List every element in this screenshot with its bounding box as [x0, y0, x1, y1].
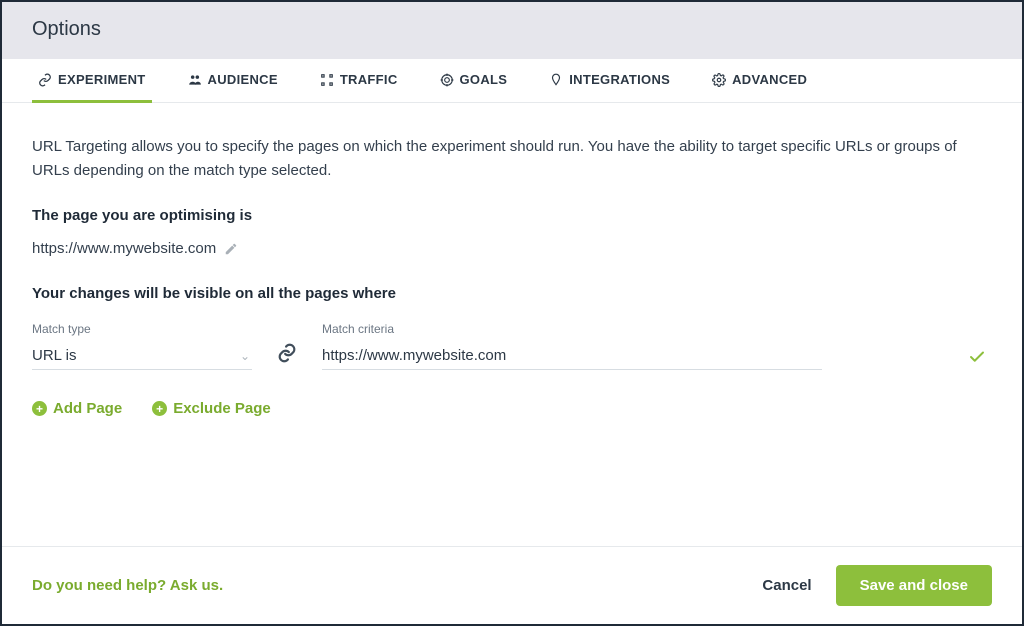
- match-type-label: Match type: [32, 322, 252, 336]
- add-page-label: Add Page: [53, 400, 122, 417]
- edit-url-button[interactable]: [224, 242, 238, 256]
- changes-heading: Your changes will be visible on all the …: [32, 285, 992, 302]
- tab-label: ADVANCED: [732, 72, 807, 87]
- goals-icon: [440, 73, 454, 87]
- tab-label: AUDIENCE: [208, 72, 278, 87]
- exclude-page-label: Exclude Page: [173, 400, 271, 417]
- tab-audience[interactable]: AUDIENCE: [182, 59, 284, 103]
- footer: Do you need help? Ask us. Cancel Save an…: [2, 546, 1022, 624]
- link-icon: [38, 73, 52, 87]
- exclude-page-button[interactable]: + Exclude Page: [152, 400, 271, 417]
- match-criteria-input[interactable]: [322, 342, 822, 370]
- criteria-row: Match type URL is ⌄ Match criteria: [32, 322, 992, 370]
- chain-icon: [272, 338, 302, 368]
- tab-label: INTEGRATIONS: [569, 72, 670, 87]
- match-type-select[interactable]: URL is ⌄: [32, 342, 252, 370]
- tab-advanced[interactable]: ADVANCED: [706, 59, 813, 103]
- match-criteria-label: Match criteria: [322, 322, 992, 336]
- tab-experiment[interactable]: EXPERIMENT: [32, 59, 152, 103]
- audience-icon: [188, 73, 202, 87]
- integrations-icon: [549, 73, 563, 87]
- tab-goals[interactable]: GOALS: [434, 59, 514, 103]
- valid-check-icon: [968, 348, 986, 366]
- help-link[interactable]: Do you need help? Ask us.: [32, 577, 223, 594]
- traffic-icon: [320, 73, 334, 87]
- options-dialog: Options EXPERIMENT AUDIENCE TRAFFIC GOAL…: [0, 0, 1024, 626]
- page-url-text: https://www.mywebsite.com: [32, 240, 216, 257]
- cancel-button[interactable]: Cancel: [762, 577, 811, 594]
- plus-icon: +: [32, 401, 47, 416]
- tab-label: EXPERIMENT: [58, 72, 146, 87]
- content-area: URL Targeting allows you to specify the …: [2, 103, 1022, 546]
- add-page-button[interactable]: + Add Page: [32, 400, 122, 417]
- gear-icon: [712, 73, 726, 87]
- match-type-value: URL is: [32, 347, 76, 364]
- tab-traffic[interactable]: TRAFFIC: [314, 59, 404, 103]
- tab-label: TRAFFIC: [340, 72, 398, 87]
- page-heading: The page you are optimising is: [32, 207, 992, 224]
- save-and-close-button[interactable]: Save and close: [836, 565, 992, 606]
- tab-label: GOALS: [460, 72, 508, 87]
- tab-integrations[interactable]: INTEGRATIONS: [543, 59, 676, 103]
- chevron-down-icon: ⌄: [240, 349, 250, 363]
- description-text: URL Targeting allows you to specify the …: [32, 135, 992, 183]
- tab-bar: EXPERIMENT AUDIENCE TRAFFIC GOALS INTEGR…: [2, 59, 1022, 103]
- plus-icon: +: [152, 401, 167, 416]
- dialog-title: Options: [2, 2, 1022, 59]
